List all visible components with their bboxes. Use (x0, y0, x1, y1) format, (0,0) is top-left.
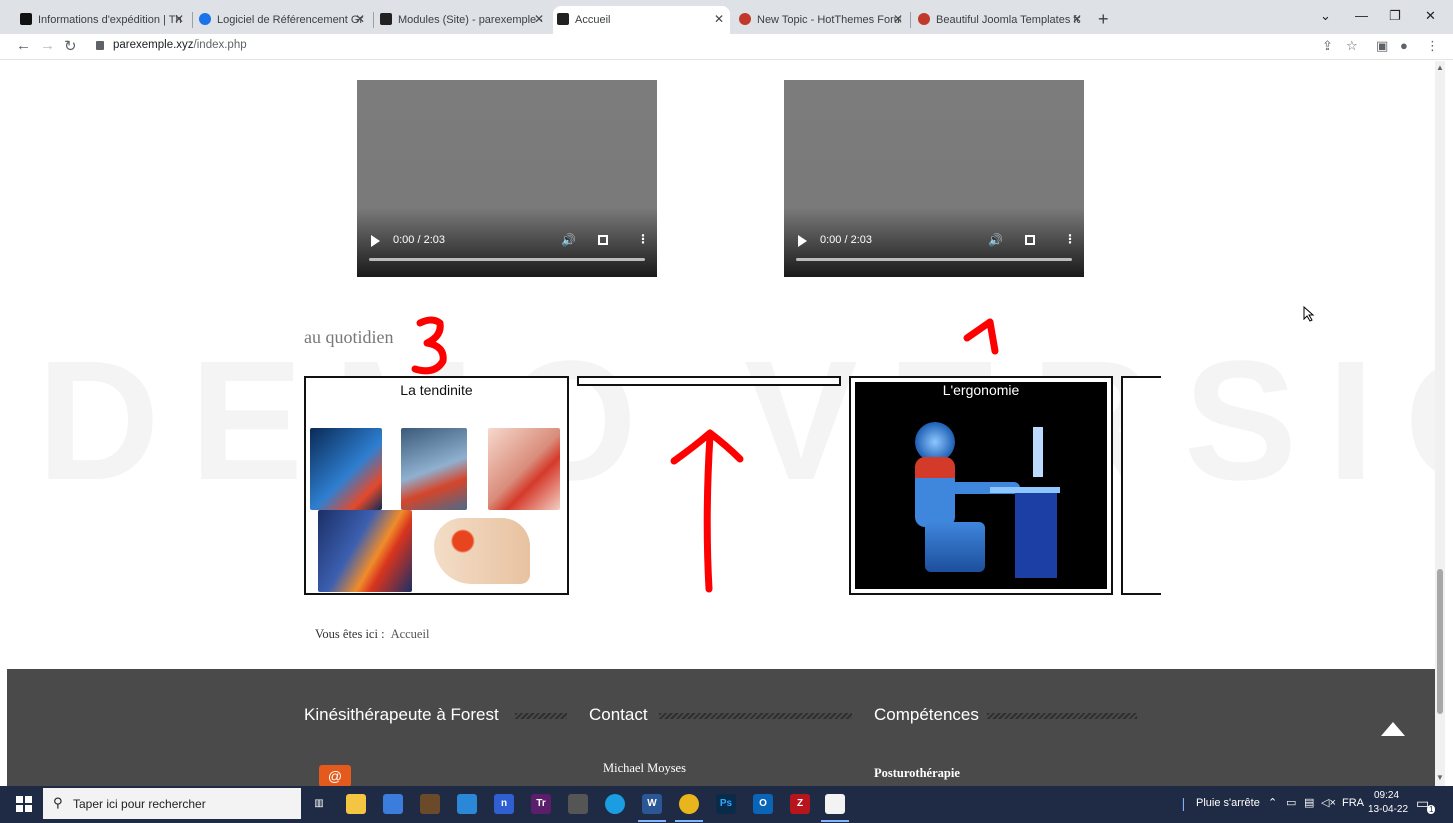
footer-heading-skills: Compétences (874, 705, 979, 724)
close-icon[interactable]: ✕ (893, 12, 903, 26)
clock-time[interactable]: 09:24 (1374, 790, 1399, 801)
scroll-down-icon[interactable]: ▼ (1436, 773, 1444, 782)
screen: Informations d'expédition | Thule ✕ Logi… (0, 0, 1453, 823)
url-path: /index.php (193, 39, 247, 51)
hotthemes-icon (739, 13, 751, 25)
number-3-annotation (411, 316, 447, 375)
edge-icon[interactable] (605, 794, 625, 814)
footer-rule (515, 713, 567, 719)
tab-4[interactable]: New Topic - HotThemes Forum - ✕ (735, 6, 909, 34)
skill-item[interactable]: Posturothérapie (874, 766, 960, 781)
tab-strip: Informations d'expédition | Thule ✕ Logi… (0, 0, 1453, 34)
search-placeholder: Taper ici pour rechercher (73, 797, 206, 811)
minimize-button[interactable]: — (1355, 8, 1368, 23)
breadcrumb-home-link[interactable]: Accueil (391, 627, 430, 641)
email-icon[interactable]: @ (319, 765, 351, 786)
tab-title: Beautiful Joomla Templates for M (936, 14, 1080, 26)
tab-3[interactable]: Accueil ✕ (553, 6, 730, 34)
notepad-icon[interactable] (821, 794, 849, 822)
tab-0[interactable]: Informations d'expédition | Thule ✕ (16, 6, 190, 34)
volume-muted-icon[interactable]: ◁× (1321, 796, 1336, 809)
tab-title: Informations d'expédition | Thule (38, 14, 182, 26)
footer-heading-about: Kinésithérapeute à Forest (304, 705, 499, 724)
arrow-shaft-annotation (703, 432, 714, 593)
page-viewport: 0:00 / 2:03 🔊 ⋮ 0:00 / 2:03 🔊 ⋮ DEMO VER… (7, 61, 1435, 786)
number-1-annotation (963, 318, 999, 355)
browser-toolbar: ← → ↻ parexemple.xyz/index.php ⇪ ☆ ▣ ● ⋮ (0, 34, 1453, 60)
tab-list-button[interactable]: ⌄ (1320, 8, 1331, 24)
scroll-to-top-icon[interactable] (1381, 722, 1405, 736)
weather-text[interactable]: Pluie s'arrête (1196, 797, 1260, 809)
search-icon: ⚲ (53, 795, 63, 810)
outlook-icon[interactable]: O (753, 794, 773, 814)
reload-icon[interactable]: ↻ (64, 37, 77, 55)
close-icon[interactable]: ✕ (714, 12, 724, 26)
task-view-icon[interactable]: ▥ (309, 794, 329, 814)
breadcrumb: Vous êtes ici : Accueil (315, 627, 429, 642)
bookmark-star-icon[interactable]: ☆ (1346, 38, 1358, 54)
photoshop-icon[interactable]: Ps (716, 794, 736, 814)
new-tab-button[interactable]: + (1098, 9, 1109, 30)
app-tr-icon[interactable]: Tr (531, 794, 551, 814)
mouse-cursor-icon (1303, 306, 1315, 322)
scrollbar-thumb[interactable] (1437, 569, 1443, 714)
tab-2[interactable]: Modules (Site) - parexemple - Ad ✕ (376, 6, 550, 34)
tab-title: Logiciel de Référencement Gr (217, 14, 363, 26)
breadcrumb-label: Vous êtes ici : (315, 627, 385, 641)
app-window-icon[interactable] (457, 794, 477, 814)
tab-title: Accueil (575, 14, 611, 26)
thule-icon (20, 13, 32, 25)
file-explorer-icon[interactable] (346, 794, 366, 814)
share-icon[interactable]: ⇪ (1322, 38, 1333, 54)
site-icon (557, 13, 569, 25)
battery-icon[interactable]: ▭ (1286, 796, 1296, 809)
close-icon[interactable]: ✕ (1072, 12, 1082, 26)
contact-name: Michael Moyses (603, 761, 686, 775)
menu-kebab-icon[interactable]: ⋮ (1426, 38, 1439, 54)
cloud-icon (199, 13, 211, 25)
tray-chevron-icon[interactable]: ⌃ (1268, 796, 1277, 809)
page-scrollbar[interactable]: ▲ ▼ (1435, 61, 1445, 786)
scroll-up-icon[interactable]: ▲ (1436, 63, 1444, 72)
joomla-icon (380, 13, 392, 25)
store-icon[interactable] (383, 794, 403, 814)
address-bar[interactable]: parexemple.xyz/index.php (113, 39, 247, 51)
side-panel-icon[interactable]: ▣ (1376, 38, 1388, 54)
word-icon[interactable]: W (638, 794, 666, 822)
windows-start-icon[interactable] (16, 796, 32, 812)
chrome-icon[interactable] (675, 794, 703, 822)
tab-1[interactable]: Logiciel de Référencement Gr ✕ (195, 6, 371, 34)
network-icon[interactable]: ▤ (1304, 796, 1314, 809)
clock-date[interactable]: 13-04-22 (1368, 804, 1408, 815)
taskbar-search-box[interactable]: ⚲ Taper ici pour rechercher (43, 788, 301, 819)
weather-icon[interactable]: ❘ (1178, 796, 1189, 812)
footer-rule (987, 713, 1137, 719)
language-indicator[interactable]: FRA (1342, 797, 1364, 809)
tab-title: Modules (Site) - parexemple - Ad (398, 14, 542, 26)
hotthemes-icon (918, 13, 930, 25)
tab-title: New Topic - HotThemes Forum - (757, 14, 901, 26)
site-footer: Kinésithérapeute à Forest Contact Compét… (7, 669, 1435, 786)
forward-arrow-icon[interactable]: → (40, 37, 55, 54)
notification-badge: 1 (1427, 805, 1436, 814)
nextcloud-icon[interactable]: n (494, 794, 514, 814)
close-icon[interactable]: ✕ (355, 12, 365, 26)
tab-5[interactable]: Beautiful Joomla Templates for M ✕ (914, 6, 1088, 34)
url-host: parexemple.xyz (113, 39, 194, 51)
lock-icon[interactable] (96, 41, 104, 50)
profile-icon[interactable]: ● (1400, 38, 1408, 53)
close-window-button[interactable]: ✕ (1425, 8, 1436, 24)
filezilla-icon[interactable]: Z (790, 794, 810, 814)
footer-rule (659, 713, 852, 719)
close-icon[interactable]: ✕ (174, 12, 184, 26)
calculator-icon[interactable] (568, 794, 588, 814)
windows-taskbar: ⚲ Taper ici pour rechercher ▥ n Tr W Ps … (0, 786, 1453, 823)
restore-button[interactable]: ❐ (1389, 8, 1401, 24)
back-arrow-icon[interactable]: ← (16, 37, 31, 54)
close-icon[interactable]: ✕ (534, 12, 544, 26)
app-photo-icon[interactable] (420, 794, 440, 814)
footer-heading-contact: Contact (589, 705, 648, 724)
